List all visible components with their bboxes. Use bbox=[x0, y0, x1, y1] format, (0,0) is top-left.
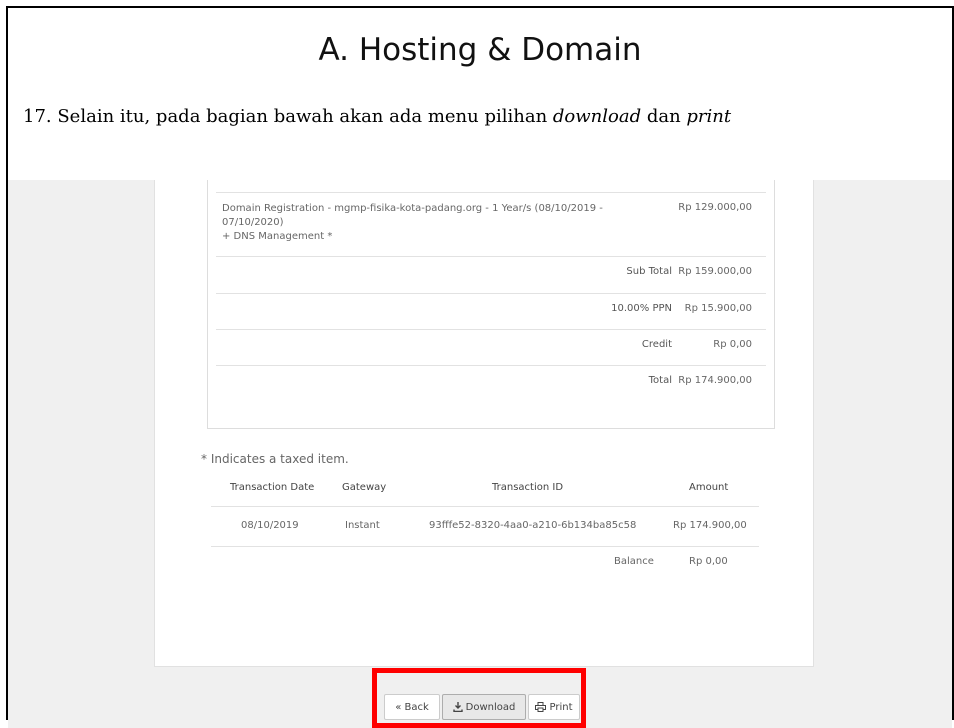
invoice-item-description: Domain Registration - mgmp-fisika-kota-p… bbox=[222, 202, 632, 244]
credit-label: Credit bbox=[641, 339, 672, 350]
credit-value: Rp 0,00 bbox=[713, 339, 752, 350]
divider bbox=[216, 365, 766, 366]
transaction-id-cell: 93fffe52-8320-4aa0-a210-6b134ba85c58 bbox=[429, 520, 637, 531]
transaction-date-cell: 08/10/2019 bbox=[241, 520, 299, 531]
taxed-item-note: * Indicates a taxed item. bbox=[201, 452, 349, 466]
col-header-transaction-date: Transaction Date bbox=[230, 482, 315, 493]
col-header-transaction-id: Transaction ID bbox=[492, 482, 564, 493]
tax-label: 10.00% PPN bbox=[611, 303, 672, 314]
divider bbox=[216, 192, 766, 193]
divider bbox=[211, 546, 759, 547]
step-text-prefix: 17. Selain itu, pada bagian bawah akan a… bbox=[23, 106, 553, 127]
slide-frame: A. Hosting & Domain 17. Selain itu, pada… bbox=[6, 6, 954, 728]
divider bbox=[216, 329, 766, 330]
col-header-gateway: Gateway bbox=[342, 482, 387, 493]
col-header-amount: Amount bbox=[689, 482, 729, 493]
balance-value: Rp 0,00 bbox=[689, 556, 728, 567]
invoice-panel: Domain Registration - mgmp-fisika-kota-p… bbox=[154, 180, 814, 667]
transaction-gateway-cell: Instant bbox=[345, 520, 380, 531]
step-instruction: 17. Selain itu, pada bagian bawah akan a… bbox=[23, 106, 731, 127]
balance-label: Balance bbox=[614, 556, 654, 567]
step-text-mid: dan bbox=[641, 106, 687, 127]
print-icon bbox=[535, 702, 547, 712]
total-value: Rp 174.900,00 bbox=[678, 375, 752, 386]
download-icon bbox=[452, 702, 463, 712]
divider bbox=[216, 293, 766, 294]
item-desc-line3: + DNS Management * bbox=[222, 231, 333, 242]
invoice-items-box: Domain Registration - mgmp-fisika-kota-p… bbox=[207, 180, 775, 429]
divider bbox=[216, 256, 766, 257]
print-button[interactable]: Print bbox=[528, 694, 580, 720]
back-button[interactable]: « Back bbox=[384, 694, 440, 720]
back-button-label: « Back bbox=[395, 701, 429, 713]
divider bbox=[211, 506, 759, 507]
step-text-print: print bbox=[686, 106, 732, 127]
subtotal-value: Rp 159.000,00 bbox=[678, 266, 752, 277]
item-desc-line1: Domain Registration - mgmp-fisika-kota-p… bbox=[222, 203, 603, 214]
step-text-download: download bbox=[552, 106, 642, 127]
print-button-label: Print bbox=[549, 701, 573, 713]
invoice-item-amount: Rp 129.000,00 bbox=[678, 202, 752, 213]
download-button-label: Download bbox=[465, 701, 516, 713]
transaction-amount-cell: Rp 174.900,00 bbox=[673, 520, 747, 531]
download-button[interactable]: Download bbox=[442, 694, 526, 720]
tax-value: Rp 15.900,00 bbox=[684, 303, 752, 314]
subtotal-label: Sub Total bbox=[626, 266, 672, 277]
invoice-screenshot: Domain Registration - mgmp-fisika-kota-p… bbox=[8, 180, 952, 728]
slide-title: A. Hosting & Domain bbox=[318, 32, 642, 68]
item-desc-line2: 07/10/2020) bbox=[222, 217, 284, 228]
total-label: Total bbox=[648, 375, 672, 386]
